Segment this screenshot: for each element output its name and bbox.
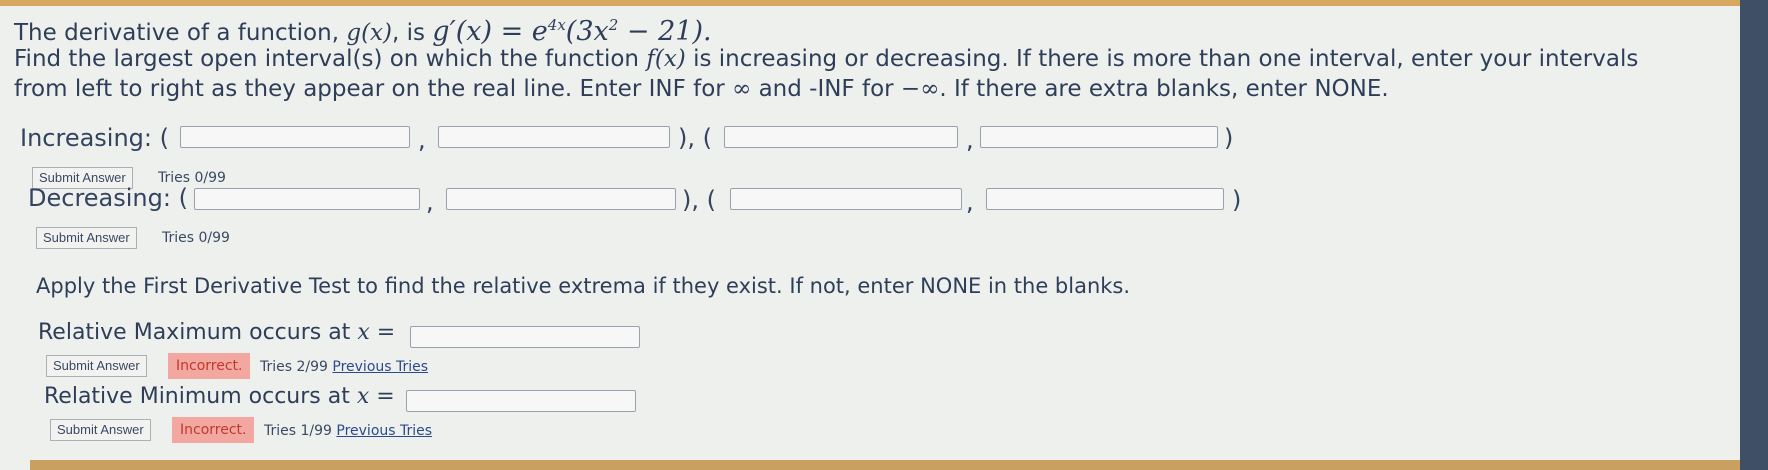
increasing-close: ) [1224, 124, 1234, 152]
decreasing-tries: Tries 0/99 [162, 230, 230, 246]
relative-min-previous-tries-link[interactable]: Previous Tries [336, 423, 432, 439]
line2b-text: is increasing or decreasing. If there is… [693, 46, 1639, 72]
relative-min-row: Relative Minimum occurs at x = [44, 384, 395, 409]
right-edge-background [1740, 0, 1768, 470]
question-line-3: from left to right as they appear on the… [14, 76, 1389, 102]
question-line-1: The derivative of a function, g(x), is g… [14, 16, 712, 47]
relative-max-x-eq: x = [357, 320, 396, 345]
square-exponent: 2 [608, 16, 619, 34]
relative-max-submit-button[interactable]: Submit Answer [46, 355, 147, 377]
increasing-interval2-end-field[interactable] [980, 126, 1218, 148]
relative-min-incorrect-badge: Incorrect. [172, 417, 255, 443]
relative-max-incorrect-badge: Incorrect. [168, 353, 251, 379]
decreasing-interval1-start-field[interactable] [194, 188, 420, 210]
relative-max-tries-count: Tries 2/99 [260, 359, 328, 375]
f-of-x: f(x) [646, 46, 686, 72]
increasing-mid: ), ( [678, 124, 712, 152]
line3b-text: and -INF for [758, 76, 894, 102]
decreasing-interval1-end-field[interactable] [446, 188, 676, 210]
decreasing-interval2-start-field[interactable] [730, 188, 962, 210]
relative-min-tries: Tries 1/99 Previous Tries [264, 423, 432, 439]
relative-min-field[interactable] [406, 390, 636, 412]
relative-max-row: Relative Maximum occurs at x = [38, 320, 395, 345]
decreasing-sep1: , [426, 188, 434, 216]
expr-tail: − 21). [618, 16, 712, 47]
relative-min-tries-count: Tries 1/99 [264, 423, 332, 439]
increasing-interval2-start-field[interactable] [724, 126, 958, 148]
paren-expr: (3x [565, 16, 609, 47]
question-page: The derivative of a function, g(x), is g… [0, 0, 1740, 470]
relative-min-submit-button[interactable]: Submit Answer [50, 419, 151, 441]
decreasing-interval2-end-field[interactable] [986, 188, 1224, 210]
infinity-symbol: ∞ [732, 76, 752, 102]
decreasing-close: ) [1232, 186, 1242, 214]
relative-max-field[interactable] [410, 326, 640, 348]
comma-is: , is [391, 20, 425, 46]
increasing-sep2: , [966, 126, 974, 154]
decreasing-mid: ), ( [682, 186, 716, 214]
increasing-interval1-end-field[interactable] [438, 126, 670, 148]
relative-max-label: Relative Maximum occurs at [38, 320, 351, 345]
decreasing-sep2: , [966, 188, 974, 216]
top-accent-strip [0, 0, 1740, 6]
decreasing-label: Decreasing: ( [28, 184, 188, 212]
bottom-accent-strip [30, 460, 1740, 470]
gprime-lhs: g′(x) = e [432, 16, 548, 47]
relative-max-previous-tries-link[interactable]: Previous Tries [332, 359, 428, 375]
extrema-instruction: Apply the First Derivative Test to find … [36, 274, 1131, 298]
increasing-sep1: , [418, 126, 426, 154]
increasing-label: Increasing: ( [20, 124, 169, 152]
relative-min-label: Relative Minimum occurs at [44, 384, 350, 409]
relative-max-tries: Tries 2/99 Previous Tries [260, 359, 428, 375]
relative-min-x-eq: x = [356, 384, 395, 409]
line2-text: Find the largest open interval(s) on whi… [14, 46, 640, 72]
exponent: 4x [547, 16, 566, 34]
neg-infinity-symbol: −∞ [900, 76, 940, 102]
line3c-text: . If there are extra blanks, enter NONE. [939, 76, 1389, 102]
increasing-interval1-start-field[interactable] [180, 126, 410, 148]
gprime-expression: g′(x) = e4x(3x2 − 21). [432, 16, 711, 47]
line3a-text: from left to right as they appear on the… [14, 76, 725, 102]
decreasing-submit-button[interactable]: Submit Answer [36, 227, 137, 249]
g-of-x: g(x) [346, 20, 392, 46]
intro-text: The derivative of a function, [14, 20, 340, 46]
question-line-2: Find the largest open interval(s) on whi… [14, 46, 1638, 72]
